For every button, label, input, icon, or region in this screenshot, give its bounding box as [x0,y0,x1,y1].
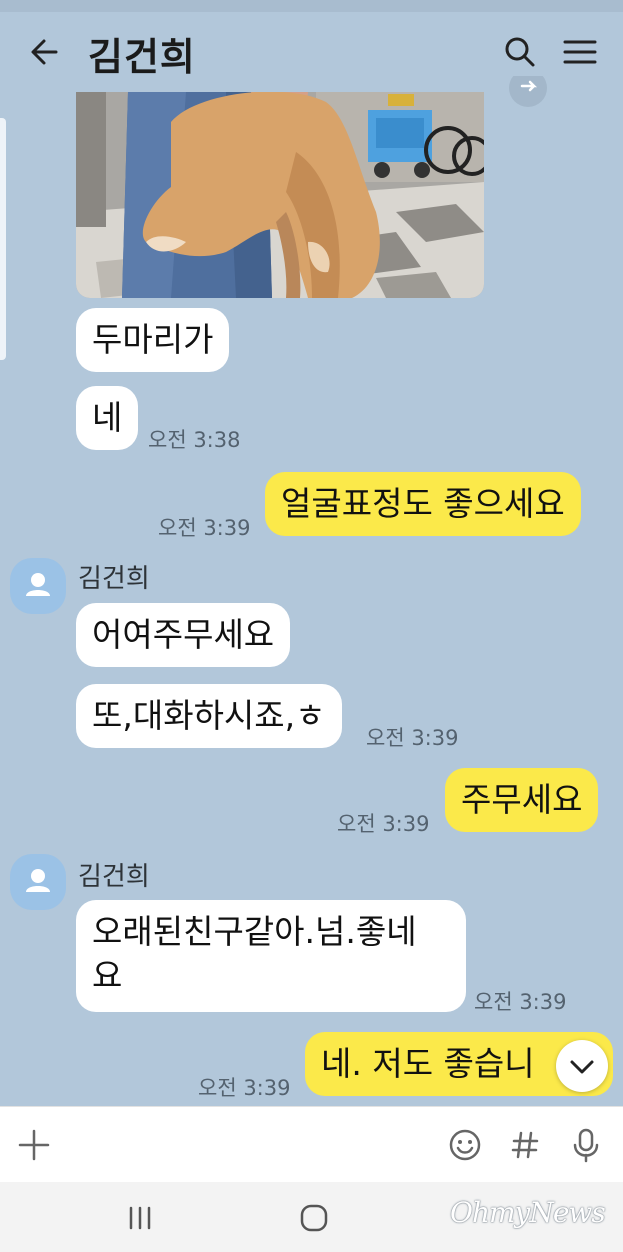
message-bubble-received: 어여주무세요 [76,603,291,667]
plus-icon[interactable] [16,1127,52,1163]
person-icon [26,573,50,596]
message-bubble-sent: 주무세요 [445,768,599,832]
message-time: 오전 3:39 [474,990,567,1014]
avatar[interactable] [10,854,66,910]
back-arrow-icon[interactable] [26,34,62,70]
message-input-bar[interactable] [0,1106,623,1183]
message-time: 오전 3:39 [337,812,430,836]
person-icon [26,869,50,892]
message-bubble-received: 두마리가 [76,308,230,372]
search-icon[interactable] [502,34,538,70]
edge-panel-handle[interactable] [0,118,6,360]
sender-name: 김건희 [78,862,150,892]
dog-photo-image [76,92,484,298]
photo-message[interactable] [76,92,484,298]
status-bar [0,0,623,12]
message-bubble-received: 네 [76,386,139,450]
message-bubble-received: 또,대화하시죠,ㅎ [76,684,342,748]
message-time: 오전 3:38 [148,428,241,452]
microphone-icon[interactable] [568,1127,604,1163]
message-line: 오래된친구같아.넘.좋네 [92,912,417,951]
share-icon[interactable] [508,76,548,112]
message-bubble-sent: 얼굴표정도 좋으세요 [265,472,581,536]
hashtag-icon[interactable] [507,1127,543,1163]
scroll-to-bottom-button[interactable] [556,1040,608,1092]
watermark: OhmyNews [450,1196,606,1229]
avatar[interactable] [10,558,66,614]
message-time: 오전 3:39 [198,1076,291,1100]
sender-name: 김건희 [78,564,150,594]
recent-apps-icon[interactable] [126,1204,154,1232]
chat-title: 김건희 [88,35,196,79]
message-time: 오전 3:39 [366,726,459,750]
emoji-icon[interactable] [447,1127,483,1163]
chevron-down-icon [570,1060,594,1074]
message-time: 오전 3:39 [158,516,251,540]
message-line: 요 [92,956,123,995]
home-icon[interactable] [298,1202,330,1234]
message-bubble-received: 오래된친구같아.넘.좋네 요 [76,900,466,1012]
menu-icon[interactable] [562,34,598,70]
